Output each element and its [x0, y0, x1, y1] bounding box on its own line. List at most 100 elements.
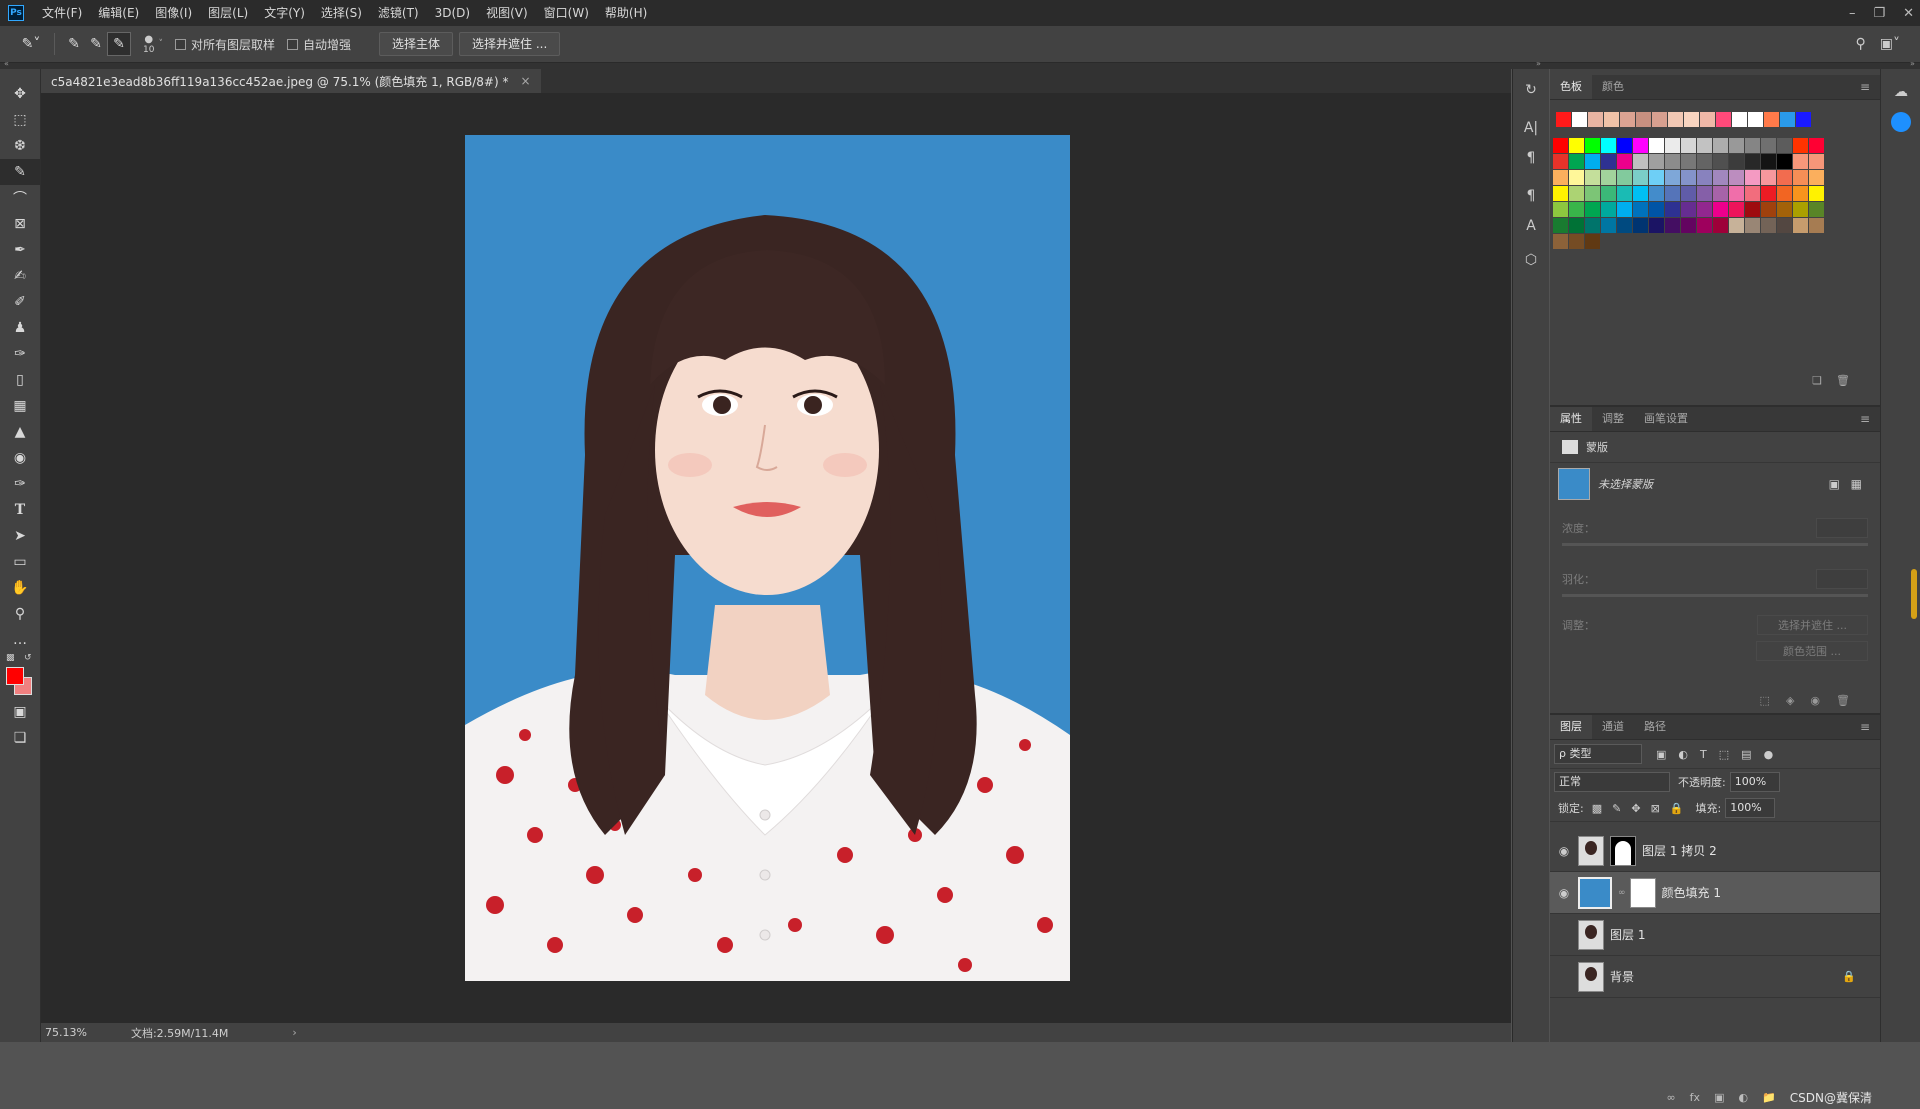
color-swatch[interactable]	[1601, 154, 1616, 169]
color-swatch[interactable]	[1665, 218, 1680, 233]
add-mask-icon[interactable]: ▣	[1714, 1091, 1724, 1104]
color-swatch[interactable]	[1585, 218, 1600, 233]
color-swatch[interactable]	[1617, 202, 1632, 217]
color-swatch[interactable]	[1777, 170, 1792, 185]
color-swatch[interactable]	[1761, 202, 1776, 217]
more-tools-icon[interactable]: …	[0, 627, 40, 653]
color-swatch[interactable]	[1601, 218, 1616, 233]
color-swatch[interactable]	[1649, 186, 1664, 201]
adjustment-layer-icon[interactable]: ◐	[1738, 1091, 1748, 1104]
new-selection-icon[interactable]: ✎	[63, 33, 85, 55]
color-swatch[interactable]	[1585, 154, 1600, 169]
color-swatch[interactable]	[1585, 170, 1600, 185]
color-swatch[interactable]	[1793, 186, 1808, 201]
lasso-tool-icon[interactable]: ❆	[0, 133, 40, 159]
collapse-right-icon[interactable]: »	[1910, 59, 1915, 68]
color-swatch[interactable]	[1745, 154, 1760, 169]
move-tool-icon[interactable]: ✥	[0, 81, 40, 107]
color-swatch[interactable]	[1569, 138, 1584, 153]
layer-name[interactable]: 背景	[1610, 968, 1634, 985]
fill-field[interactable]: 100%	[1725, 798, 1776, 818]
recent-swatch[interactable]	[1748, 112, 1763, 127]
gradient-tool-icon[interactable]: ▦	[0, 393, 40, 419]
new-group-icon[interactable]: 📁	[1762, 1091, 1776, 1104]
auto-enhance-checkbox[interactable]: 自动增强	[286, 36, 351, 53]
color-swatch[interactable]	[1601, 138, 1616, 153]
restore-icon[interactable]: ❐	[1873, 6, 1885, 21]
canvas-area[interactable]	[41, 93, 1511, 1023]
color-swatch[interactable]	[1729, 218, 1744, 233]
eyedropper-tool-icon[interactable]: ✒	[0, 237, 40, 263]
tab-paths[interactable]: 路径	[1634, 715, 1676, 739]
disable-mask-icon[interactable]: ◉	[1810, 694, 1820, 707]
zoom-level[interactable]: 75.13%	[45, 1026, 87, 1039]
load-selection-icon[interactable]: ⬚	[1760, 694, 1770, 707]
select-and-mask-button[interactable]: 选择并遮住 ...	[459, 32, 561, 56]
recent-swatch[interactable]	[1652, 112, 1667, 127]
color-swatch[interactable]	[1729, 186, 1744, 201]
quick-selection-tool-icon[interactable]: ✎	[0, 159, 40, 185]
color-swatch[interactable]	[1793, 154, 1808, 169]
color-swatch[interactable]	[1649, 218, 1664, 233]
color-swatch[interactable]	[1729, 170, 1744, 185]
recent-swatch[interactable]	[1604, 112, 1619, 127]
paragraph-styles-icon[interactable]: ¶	[1513, 181, 1549, 211]
workspace-icon[interactable]: ▣˅	[1880, 36, 1900, 52]
color-swatch[interactable]	[1681, 186, 1696, 201]
clone-stamp-tool-icon[interactable]: ♟	[0, 315, 40, 341]
color-range-button[interactable]: 颜色范围 ...	[1756, 641, 1868, 661]
layer-effects-icon[interactable]: fx	[1690, 1091, 1700, 1104]
recent-swatch[interactable]	[1620, 112, 1635, 127]
color-swatch[interactable]	[1649, 202, 1664, 217]
vector-mask-icon[interactable]: ▦	[1851, 477, 1862, 491]
select-and-mask-panel-button[interactable]: 选择并遮住 ...	[1757, 615, 1868, 635]
recent-swatch[interactable]	[1716, 112, 1731, 127]
panel-menu-icon[interactable]: ≡	[1860, 720, 1870, 734]
color-swatch[interactable]	[1777, 154, 1792, 169]
color-swatch[interactable]	[1585, 234, 1600, 249]
color-swatch[interactable]	[1729, 138, 1744, 153]
color-swatch[interactable]	[1761, 170, 1776, 185]
eraser-tool-icon[interactable]: ▯	[0, 367, 40, 393]
character-styles-icon[interactable]: A	[1513, 211, 1549, 241]
color-swatch[interactable]	[1761, 154, 1776, 169]
color-swatch[interactable]	[1601, 170, 1616, 185]
color-swatch[interactable]	[1729, 202, 1744, 217]
color-swatch[interactable]	[1617, 154, 1632, 169]
color-swatch[interactable]	[1649, 138, 1664, 153]
color-swatch[interactable]	[1745, 202, 1760, 217]
chevron-down-icon[interactable]: ˅	[158, 39, 163, 49]
chain-link-icon[interactable]: ∞	[1618, 888, 1626, 898]
menu-select[interactable]: 选择(S)	[313, 0, 370, 26]
color-swatch[interactable]	[1617, 218, 1632, 233]
color-swatch[interactable]	[1761, 218, 1776, 233]
recent-swatch[interactable]	[1796, 112, 1811, 127]
close-icon[interactable]: ✕	[1903, 6, 1914, 21]
color-swatch[interactable]	[1633, 138, 1648, 153]
zoom-tool-icon[interactable]: ⚲	[0, 601, 40, 627]
quick-selection-preset-icon[interactable]: ✎˅	[16, 33, 46, 55]
portrait-photo[interactable]	[465, 135, 1070, 981]
color-swatch[interactable]	[1745, 170, 1760, 185]
color-swatch[interactable]	[1777, 202, 1792, 217]
color-swatch[interactable]	[1633, 218, 1648, 233]
rectangle-tool-icon[interactable]: ▭	[0, 549, 40, 575]
menu-help[interactable]: 帮助(H)	[597, 0, 655, 26]
color-swatch[interactable]	[1553, 138, 1568, 153]
default-colors-icon[interactable]: ▩	[6, 653, 15, 663]
layer-row[interactable]: 图层 1	[1550, 914, 1880, 956]
status-menu-icon[interactable]: ›	[292, 1026, 296, 1039]
brush-size-picker[interactable]: ● 10	[143, 34, 154, 55]
color-swatch[interactable]	[1649, 170, 1664, 185]
color-swatch[interactable]	[1681, 170, 1696, 185]
history-panel-icon[interactable]: ↻	[1513, 75, 1549, 105]
color-swatch[interactable]	[1713, 218, 1728, 233]
color-swatch[interactable]	[1553, 154, 1568, 169]
link-layers-icon[interactable]: ∞	[1667, 1091, 1676, 1104]
color-swatch[interactable]	[1697, 138, 1712, 153]
delete-swatch-icon[interactable]: 🗑	[1836, 374, 1850, 387]
color-swatch[interactable]	[1761, 138, 1776, 153]
color-swatch[interactable]	[1777, 186, 1792, 201]
dodge-tool-icon[interactable]: ◉	[0, 445, 40, 471]
color-swatch[interactable]	[1793, 138, 1808, 153]
